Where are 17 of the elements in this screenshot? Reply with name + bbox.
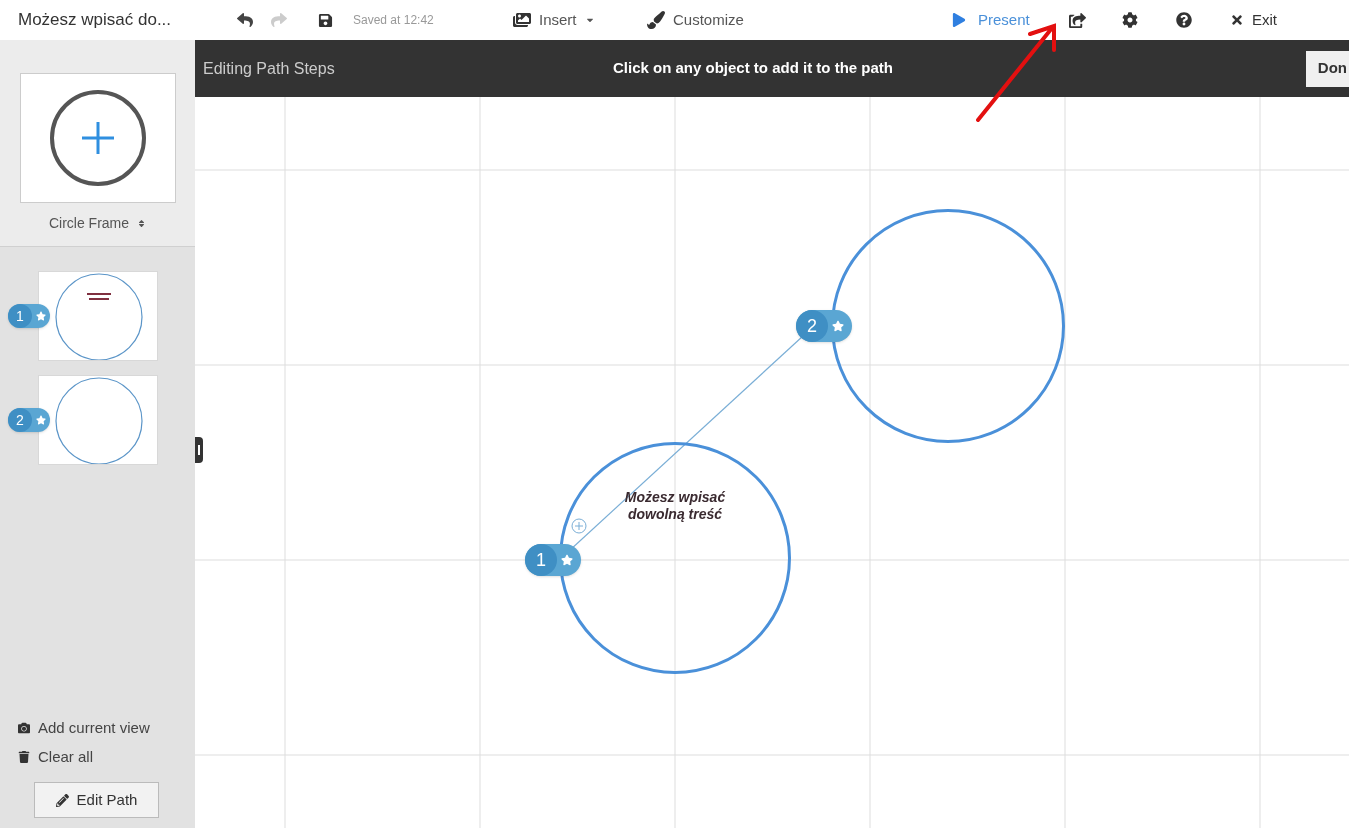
path-bar-title: Editing Path Steps — [203, 58, 336, 79]
edit-path-button[interactable]: Edit Path — [34, 782, 159, 818]
customize-menu[interactable]: Customize — [647, 8, 952, 32]
path-instruction: Click on any object to add it to the path — [613, 58, 894, 79]
document-title[interactable]: Możesz wpisać do... — [18, 7, 228, 33]
frame-text: Możesz wpisać dowolną treść — [623, 489, 727, 523]
add-view-button[interactable]: Add current view — [18, 717, 195, 740]
step-badge[interactable]: 2 — [8, 408, 50, 432]
step-badge[interactable]: 2 — [796, 310, 852, 342]
insert-menu[interactable]: Insert — [513, 8, 647, 32]
save-status: Saved at 12:42 — [353, 12, 435, 29]
step-badge[interactable]: 1 — [525, 544, 581, 576]
step-badge[interactable]: 1 — [8, 304, 50, 328]
done-button[interactable]: Don — [1305, 50, 1349, 87]
exit-button[interactable]: Exit — [1230, 8, 1277, 32]
frame-picker[interactable]: Circle Frame — [48, 213, 147, 234]
clear-all-button[interactable]: Clear all — [18, 745, 195, 768]
